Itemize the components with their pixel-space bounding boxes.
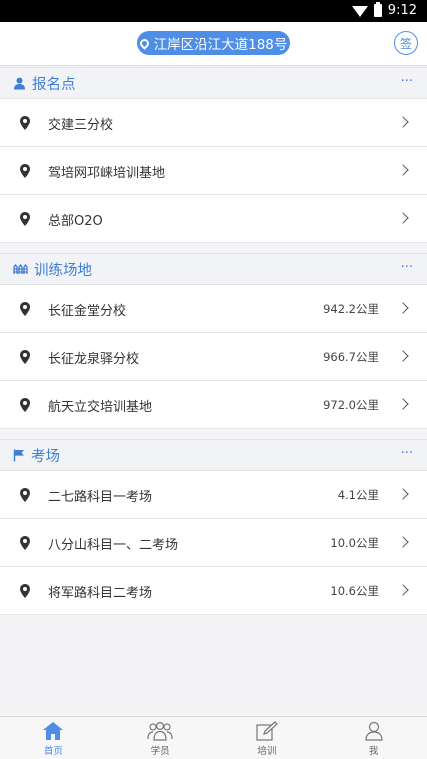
- item-distance: 4.1公里: [337, 488, 379, 502]
- item-name: 长征金堂分校: [48, 304, 127, 319]
- edit-icon: [256, 721, 278, 741]
- nav-label: 培训: [257, 746, 277, 757]
- wifi-icon: [351, 6, 368, 17]
- map-pin-icon: [20, 302, 30, 316]
- chevron-right-icon: [397, 584, 409, 596]
- item-name: 八分山科目一、二考场: [48, 538, 179, 553]
- list-item[interactable]: 长征金堂分校 942.2公里: [0, 285, 427, 333]
- nav-label: 学员: [150, 746, 170, 757]
- more-button[interactable]: ···: [401, 74, 413, 89]
- chevron-right-icon: [397, 350, 409, 362]
- map-pin-icon: [20, 164, 30, 178]
- section-header: 考场 ···: [0, 439, 427, 471]
- item-name: 交建三分校: [48, 118, 114, 133]
- nav-home[interactable]: 首页: [0, 717, 107, 759]
- person-icon: [14, 77, 25, 89]
- section-title: 考场: [31, 448, 60, 465]
- item-name: 长征龙泉驿分校: [48, 352, 140, 367]
- item-distance: 972.0公里: [323, 398, 379, 412]
- nav-me[interactable]: 我: [320, 717, 427, 759]
- nav-label: 我: [368, 746, 379, 757]
- map-pin-icon: [20, 584, 30, 598]
- section-title: 训练场地: [34, 262, 92, 279]
- list-item[interactable]: 总部O2O: [0, 195, 427, 243]
- item-distance: 10.0公里: [330, 536, 379, 550]
- location-text: 江岸区沿江大道188号: [153, 37, 288, 53]
- map-pin-icon: [20, 536, 30, 550]
- status-time: 9:12: [387, 3, 417, 18]
- nav-training[interactable]: 培训: [214, 717, 321, 759]
- item-name: 航天立交培训基地: [48, 400, 153, 415]
- item-name: 二七路科目一考场: [48, 490, 153, 505]
- user-icon: [365, 721, 383, 741]
- location-selector[interactable]: 江岸区沿江大道188号: [137, 31, 290, 55]
- item-distance: 10.6公里: [330, 584, 379, 598]
- students-icon: [147, 721, 173, 741]
- map-pin-icon: [20, 350, 30, 364]
- location-pin-icon: [137, 36, 151, 50]
- chevron-right-icon: [397, 212, 409, 224]
- list-item[interactable]: 二七路科目一考场 4.1公里: [0, 471, 427, 519]
- home-icon: [43, 722, 64, 740]
- fence-icon: [13, 263, 28, 274]
- list-item[interactable]: 八分山科目一、二考场 10.0公里: [0, 519, 427, 567]
- sign-in-button[interactable]: 签: [394, 31, 418, 55]
- chevron-right-icon: [397, 164, 409, 176]
- section-title: 报名点: [32, 76, 76, 93]
- flag-icon: [13, 449, 24, 461]
- chevron-right-icon: [397, 398, 409, 410]
- bottom-nav: 首页 学员 培训 我: [0, 716, 427, 759]
- chevron-right-icon: [397, 302, 409, 314]
- section-header: 训练场地 ···: [0, 253, 427, 285]
- battery-icon: [373, 2, 382, 17]
- map-pin-icon: [20, 212, 30, 226]
- map-pin-icon: [20, 116, 30, 130]
- item-name: 驾培网邛崃培训基地: [48, 166, 166, 181]
- list-item[interactable]: 驾培网邛崃培训基地: [0, 147, 427, 195]
- section-exam-center: 考场 ··· 二七路科目一考场 4.1公里 八分山科目一、二考场 10.0公里 …: [0, 439, 427, 615]
- list-item[interactable]: 长征龙泉驿分校 966.7公里: [0, 333, 427, 381]
- map-pin-icon: [20, 398, 30, 412]
- list-item[interactable]: 将军路科目二考场 10.6公里: [0, 567, 427, 615]
- item-name: 总部O2O: [48, 214, 103, 229]
- chevron-right-icon: [397, 536, 409, 548]
- nav-students[interactable]: 学员: [107, 717, 214, 759]
- list-item[interactable]: 交建三分校: [0, 99, 427, 147]
- chevron-right-icon: [397, 116, 409, 128]
- list-item[interactable]: 航天立交培训基地 972.0公里: [0, 381, 427, 429]
- section-header: 报名点 ···: [0, 67, 427, 99]
- more-button[interactable]: ···: [401, 260, 413, 275]
- nav-label: 首页: [43, 746, 63, 757]
- top-header: 江岸区沿江大道188号 签: [0, 22, 427, 66]
- item-distance: 942.2公里: [323, 302, 379, 316]
- item-name: 将军路科目二考场: [48, 586, 153, 601]
- item-distance: 966.7公里: [323, 350, 379, 364]
- map-pin-icon: [20, 488, 30, 502]
- section-registration: 报名点 ··· 交建三分校 驾培网邛崃培训基地 总部O2O: [0, 67, 427, 243]
- status-bar: 9:12: [0, 0, 427, 22]
- section-training-ground: 训练场地 ··· 长征金堂分校 942.2公里 长征龙泉驿分校 966.7公里 …: [0, 253, 427, 429]
- chevron-right-icon: [397, 488, 409, 500]
- more-button[interactable]: ···: [401, 446, 413, 461]
